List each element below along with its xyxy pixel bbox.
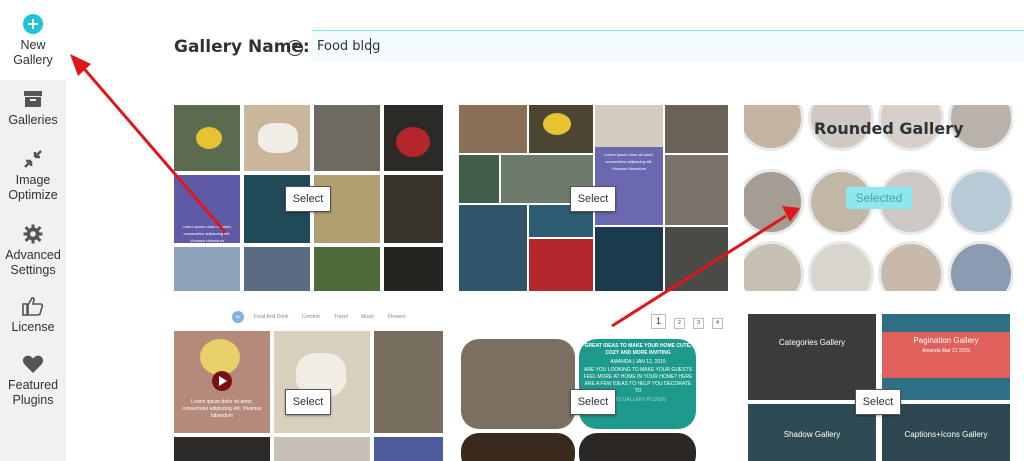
archive-box-icon <box>24 91 42 107</box>
rounded-gallery-title: Rounded Gallery <box>814 119 964 138</box>
card-label: Categories Gallery <box>778 338 846 347</box>
filter-comfort[interactable]: Comfort <box>302 314 320 320</box>
gear-icon <box>23 224 43 244</box>
select-button[interactable]: Select <box>855 389 901 415</box>
sidebar-item-label: Galleries <box>8 113 58 127</box>
sidebar-item-new-gallery[interactable]: New Gallery <box>0 0 66 80</box>
sidebar-item-label: Image Optimize <box>8 173 58 202</box>
page-button-1[interactable]: 1 <box>651 314 666 329</box>
mosaic-caption: Lorem ipsum dolor sit amet, consectetur … <box>604 152 654 171</box>
selected-button[interactable]: Selected <box>846 187 912 209</box>
compress-arrows-icon <box>24 150 42 168</box>
page-button-3[interactable]: 3 <box>693 318 704 329</box>
card-meta: AMANDA | JAN 12, 2015 <box>610 359 666 365</box>
overlay-caption: Lorem ipsum dolor sit amet, consectetur … <box>182 224 232 243</box>
gallery-name-input[interactable] <box>312 30 1024 62</box>
sidebar-item-advanced-settings[interactable]: Advanced Settings <box>0 222 66 280</box>
select-button[interactable]: Select <box>285 389 331 415</box>
select-button[interactable]: Select <box>285 186 331 212</box>
sidebar-item-license[interactable]: License <box>0 296 66 340</box>
filter-music[interactable]: Music <box>361 314 374 320</box>
help-icon[interactable]: ? <box>287 40 303 56</box>
sidebar-item-featured-plugins[interactable]: Featured Plugins <box>0 354 66 412</box>
card-meta: Amanda Mar 21 2015 <box>921 348 971 354</box>
sidebar: New Gallery Galleries Image Optimize Adv… <box>0 0 66 461</box>
sidebar-item-galleries[interactable]: Galleries <box>0 87 66 131</box>
select-button[interactable]: Select <box>570 186 616 212</box>
filter-food[interactable]: Food And Drink <box>254 314 288 320</box>
text-cursor <box>370 38 371 54</box>
card-title: GREAT IDEAS TO MAKE YOUR HOME CUTE, COZY… <box>584 343 692 356</box>
filter-flowers[interactable]: Flowers <box>388 314 406 320</box>
arrow-head <box>70 54 91 76</box>
page-button-4[interactable]: 4 <box>712 318 723 329</box>
card-label: Captions+Icons Gallery <box>904 430 988 439</box>
overlay-caption: Lorem ipsum dolor sit amet, consectetur … <box>182 399 262 419</box>
sidebar-item-image-optimize[interactable]: Image Optimize <box>0 147 66 205</box>
page-button-2[interactable]: 2 <box>674 318 685 329</box>
sidebar-item-label: Advanced Settings <box>5 248 61 277</box>
select-button[interactable]: Select <box>570 389 616 415</box>
heart-icon <box>22 355 44 373</box>
sidebar-item-label: New Gallery <box>13 38 53 67</box>
sidebar-item-label: License <box>11 320 55 334</box>
thumbs-up-icon <box>22 296 44 316</box>
template-styles[interactable]: Categories Gallery Pagination Gallery Am… <box>744 312 1013 461</box>
card-label: Pagination Gallery <box>913 336 979 345</box>
filter-all[interactable]: All <box>232 311 244 323</box>
sidebar-item-label: Featured Plugins <box>7 378 59 407</box>
filter-travel[interactable]: Travel <box>334 314 348 320</box>
card-label: Shadow Gallery <box>783 430 841 439</box>
plus-circle-icon <box>23 14 43 34</box>
